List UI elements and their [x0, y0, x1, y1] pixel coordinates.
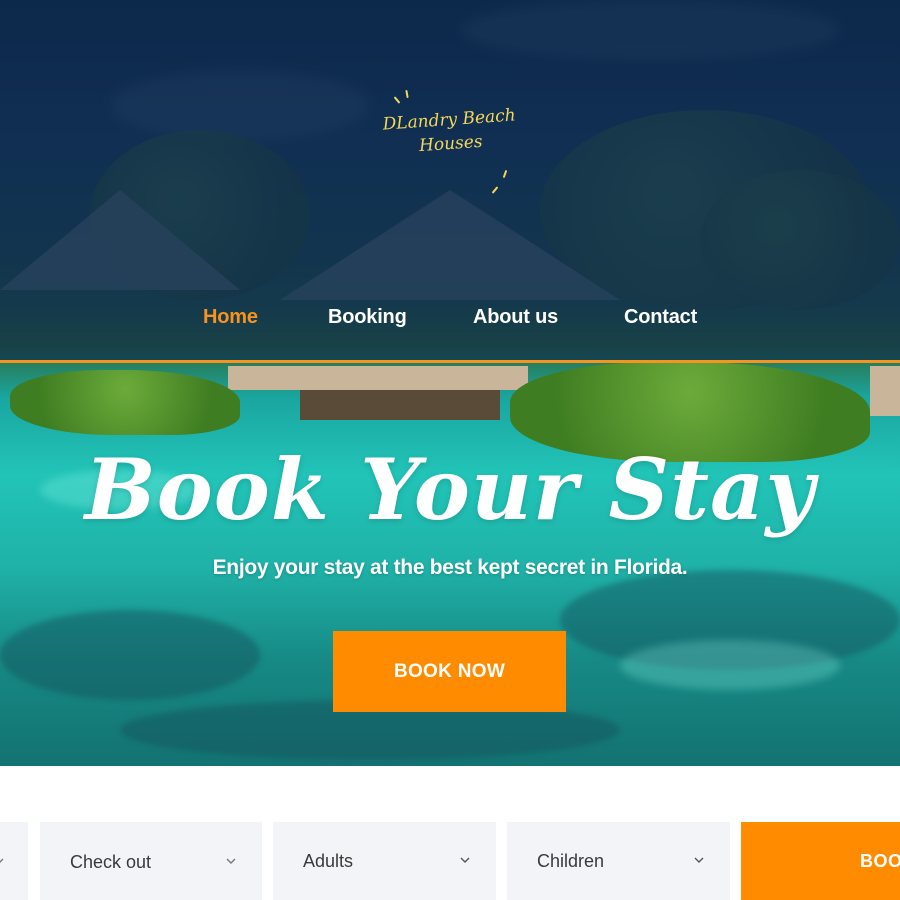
logo-sparkle [491, 186, 499, 194]
booking-submit-button[interactable]: BOO [741, 822, 900, 900]
check-out-select[interactable]: Check out [40, 822, 262, 900]
logo-wordmark: DLandry Beach Houses [378, 103, 521, 161]
children-label: Children [537, 851, 605, 871]
check-in-select[interactable] [0, 822, 28, 900]
logo-sparkle [502, 169, 508, 179]
nav-item-contact[interactable]: Contact [624, 306, 697, 329]
nav-item-home[interactable]: Home [203, 306, 258, 329]
hero-title: Book Your Stay [84, 440, 816, 539]
chevron-down-icon [0, 858, 4, 863]
chevron-down-icon [226, 858, 236, 864]
booking-form: Check out Adults Children BOO [0, 822, 900, 900]
header-divider [0, 360, 900, 363]
children-select[interactable]: Children [507, 822, 730, 900]
chevron-down-icon [694, 857, 704, 863]
adults-label: Adults [303, 851, 354, 871]
adults-select[interactable]: Adults [273, 822, 496, 900]
site-logo[interactable]: DLandry Beach Houses [378, 89, 521, 200]
main-nav: Home Booking About us Contact [0, 306, 900, 336]
logo-sparkle [393, 96, 401, 104]
nav-item-booking[interactable]: Booking [328, 306, 407, 329]
check-out-label: Check out [70, 852, 152, 872]
booking-submit-label: BOO [860, 851, 900, 871]
nav-item-about-us[interactable]: About us [473, 306, 558, 329]
book-now-button[interactable]: BOOK NOW [333, 631, 566, 712]
logo-sparkle [405, 89, 409, 99]
chevron-down-icon [460, 857, 470, 863]
hero-subtitle: Enjoy your stay at the best kept secret … [212, 556, 688, 579]
